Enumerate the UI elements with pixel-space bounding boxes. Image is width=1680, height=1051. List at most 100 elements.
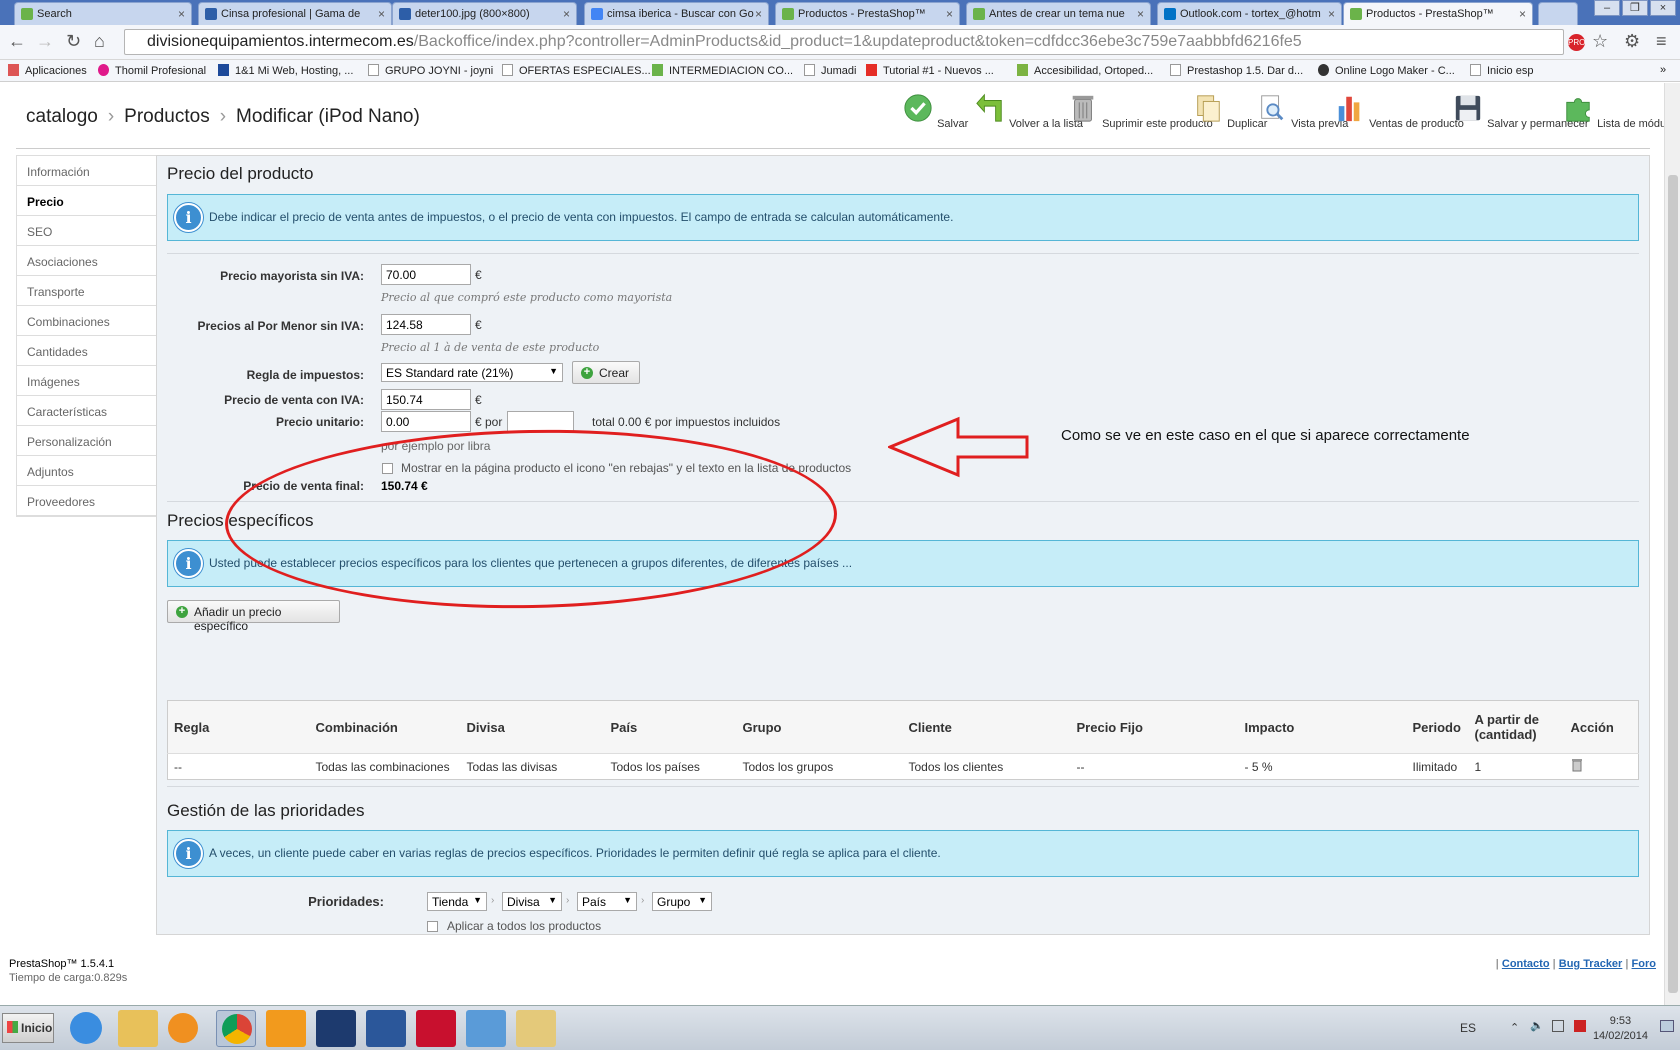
media-player-icon[interactable] [168, 1013, 198, 1043]
browser-tab[interactable]: cimsa iberica - Buscar con Go × [584, 2, 769, 25]
bookmark-apps[interactable]: Aplicaciones [8, 64, 87, 77]
bookmark[interactable]: Thomil Profesional [98, 64, 206, 77]
close-tab-icon[interactable]: × [378, 7, 385, 21]
back-arrow-icon[interactable]: ← [8, 31, 26, 52]
sidebar-item-informacion[interactable]: Información [17, 156, 156, 186]
browser-tab[interactable]: deter100.jpg (800×800) × [392, 2, 577, 25]
chrome-taskbar-button[interactable] [216, 1010, 256, 1047]
close-tab-icon[interactable]: × [755, 7, 762, 21]
bookmark-star-icon[interactable]: ☆ [1592, 31, 1608, 52]
close-tab-icon[interactable]: × [946, 7, 953, 21]
retail-price-input[interactable] [381, 314, 471, 335]
sidebar-item-transporte[interactable]: Transporte [17, 276, 156, 306]
sidebar-item-adjuntos[interactable]: Adjuntos [17, 456, 156, 486]
bookmark[interactable]: Accesibilidad, Ortoped... [1017, 64, 1153, 77]
unit-input[interactable] [507, 411, 574, 432]
back-to-list-button[interactable]: Volver a la lista [974, 93, 1083, 130]
browser-tab-active[interactable]: Productos - PrestaShop™ × [1343, 2, 1533, 25]
priority-select-3[interactable]: País [577, 892, 637, 911]
browser-tab[interactable]: Antes de crear un tema nue × [966, 2, 1151, 25]
clock[interactable]: 9:53 14/02/2014 [1593, 1014, 1648, 1044]
forum-link[interactable]: Foro [1632, 958, 1656, 970]
bookmark[interactable]: Tutorial #1 - Nuevos ... [866, 64, 994, 77]
browser-tab[interactable]: Productos - PrestaShop™ × [775, 2, 960, 25]
create-tax-rule-button[interactable]: + Crear [572, 361, 640, 384]
volume-icon[interactable]: 🔈 [1530, 1019, 1544, 1032]
extension-badge-icon[interactable]: PRO [1568, 34, 1585, 51]
bug-tracker-link[interactable]: Bug Tracker [1559, 958, 1623, 970]
bookmarks-overflow-icon[interactable]: » [1660, 64, 1666, 76]
url-input[interactable]: divisionequipamientos.intermecom.es/Back… [124, 29, 1564, 55]
word-icon[interactable] [366, 1010, 406, 1047]
add-specific-price-button[interactable]: + Añadir un precio específico [167, 600, 340, 633]
browser-tab[interactable]: Cinsa profesional | Gama de × [198, 2, 392, 25]
unit-price-input[interactable] [381, 411, 471, 432]
paint-icon[interactable] [516, 1010, 556, 1047]
home-icon[interactable]: ⌂ [94, 31, 105, 52]
photoshop-icon[interactable] [316, 1010, 356, 1047]
bookmark[interactable]: INTERMEDIACION CO... [652, 64, 793, 77]
sidebar-item-caracteristicas[interactable]: Características [17, 396, 156, 426]
breadcrumb-catalog[interactable]: catalogo [26, 106, 98, 127]
menu-icon[interactable]: ≡ [1656, 31, 1667, 52]
bookmark[interactable]: GRUPO JOYNI - joyni [368, 64, 493, 77]
delete-trash-icon[interactable] [1571, 758, 1583, 772]
show-desktop-icon[interactable] [1660, 1020, 1674, 1032]
sidebar-item-imagenes[interactable]: Imágenes [17, 366, 156, 396]
delete-product-button[interactable]: Suprimir este producto [1067, 93, 1213, 130]
bookmark[interactable]: Prestashop 1.5. Dar d... [1170, 64, 1303, 77]
browser-tab[interactable]: Outlook.com - tortex_@hotm × [1157, 2, 1342, 25]
outlook-icon[interactable] [266, 1010, 306, 1047]
priority-select-2[interactable]: Divisa [502, 892, 562, 911]
maximize-icon[interactable]: ❐ [1622, 0, 1648, 16]
close-tab-icon[interactable]: × [178, 7, 185, 21]
breadcrumb-products[interactable]: Productos [124, 106, 210, 127]
file-explorer-icon[interactable] [118, 1010, 158, 1047]
close-window-icon[interactable]: × [1650, 0, 1676, 16]
apply-all-checkbox[interactable] [427, 921, 438, 932]
page-scrollbar[interactable] [1664, 83, 1680, 1005]
reload-icon[interactable]: ↻ [66, 31, 81, 52]
browser-tab[interactable]: Search × [14, 2, 192, 25]
bookmark[interactable]: Online Logo Maker - C... [1318, 64, 1455, 77]
acrobat-icon[interactable] [416, 1010, 456, 1047]
price-with-tax-input[interactable] [381, 389, 471, 410]
network-icon[interactable] [1552, 1020, 1564, 1032]
close-tab-icon[interactable]: × [563, 7, 570, 21]
minimize-icon[interactable]: – [1594, 0, 1620, 16]
tax-rule-select[interactable]: ES Standard rate (21%) [381, 363, 563, 382]
contact-link[interactable]: Contacto [1502, 958, 1550, 970]
sidebar-item-proveedores[interactable]: Proveedores [17, 486, 156, 516]
bookmark[interactable]: Inicio esp [1470, 64, 1533, 77]
bookmark[interactable]: Jumadi [804, 64, 856, 77]
tray-expand-icon[interactable]: ⌃ [1510, 1021, 1519, 1034]
close-tab-icon[interactable]: × [1328, 7, 1335, 21]
gear-icon[interactable]: ⚙ [1624, 31, 1640, 52]
new-tab-button[interactable] [1538, 2, 1578, 25]
save-and-stay-button[interactable]: Salvar y permanecer [1452, 93, 1589, 130]
sidebar-item-personalizacion[interactable]: Personalización [17, 426, 156, 456]
photo-viewer-icon[interactable] [466, 1010, 506, 1047]
duplicate-button[interactable]: Duplicar [1192, 93, 1267, 130]
priority-select-1[interactable]: Tienda [427, 892, 487, 911]
scrollbar-thumb[interactable] [1668, 175, 1678, 993]
action-center-icon[interactable] [1574, 1020, 1586, 1032]
sidebar-item-precio[interactable]: Precio [17, 186, 156, 216]
sidebar-item-seo[interactable]: SEO [17, 216, 156, 246]
close-tab-icon[interactable]: × [1519, 7, 1526, 21]
wholesale-price-input[interactable] [381, 264, 471, 285]
preview-button[interactable]: Vista previa [1256, 93, 1348, 130]
bookmark[interactable]: OFERTAS ESPECIALES... [502, 64, 651, 77]
start-button[interactable]: Inicio [2, 1013, 54, 1043]
bookmark[interactable]: 1&1 Mi Web, Hosting, ... [218, 64, 353, 77]
internet-explorer-icon[interactable] [70, 1012, 102, 1044]
close-tab-icon[interactable]: × [1137, 7, 1144, 21]
save-button[interactable]: Salvar [902, 93, 968, 130]
sidebar-item-cantidades[interactable]: Cantidades [17, 336, 156, 366]
sidebar-item-asociaciones[interactable]: Asociaciones [17, 246, 156, 276]
sidebar-item-combinaciones[interactable]: Combinaciones [17, 306, 156, 336]
priority-select-4[interactable]: Grupo [652, 892, 712, 911]
module-list-button[interactable]: Lista de módulos [1562, 93, 1680, 130]
forward-arrow-icon[interactable]: → [36, 31, 54, 52]
product-sales-button[interactable]: Ventas de producto [1334, 93, 1464, 130]
